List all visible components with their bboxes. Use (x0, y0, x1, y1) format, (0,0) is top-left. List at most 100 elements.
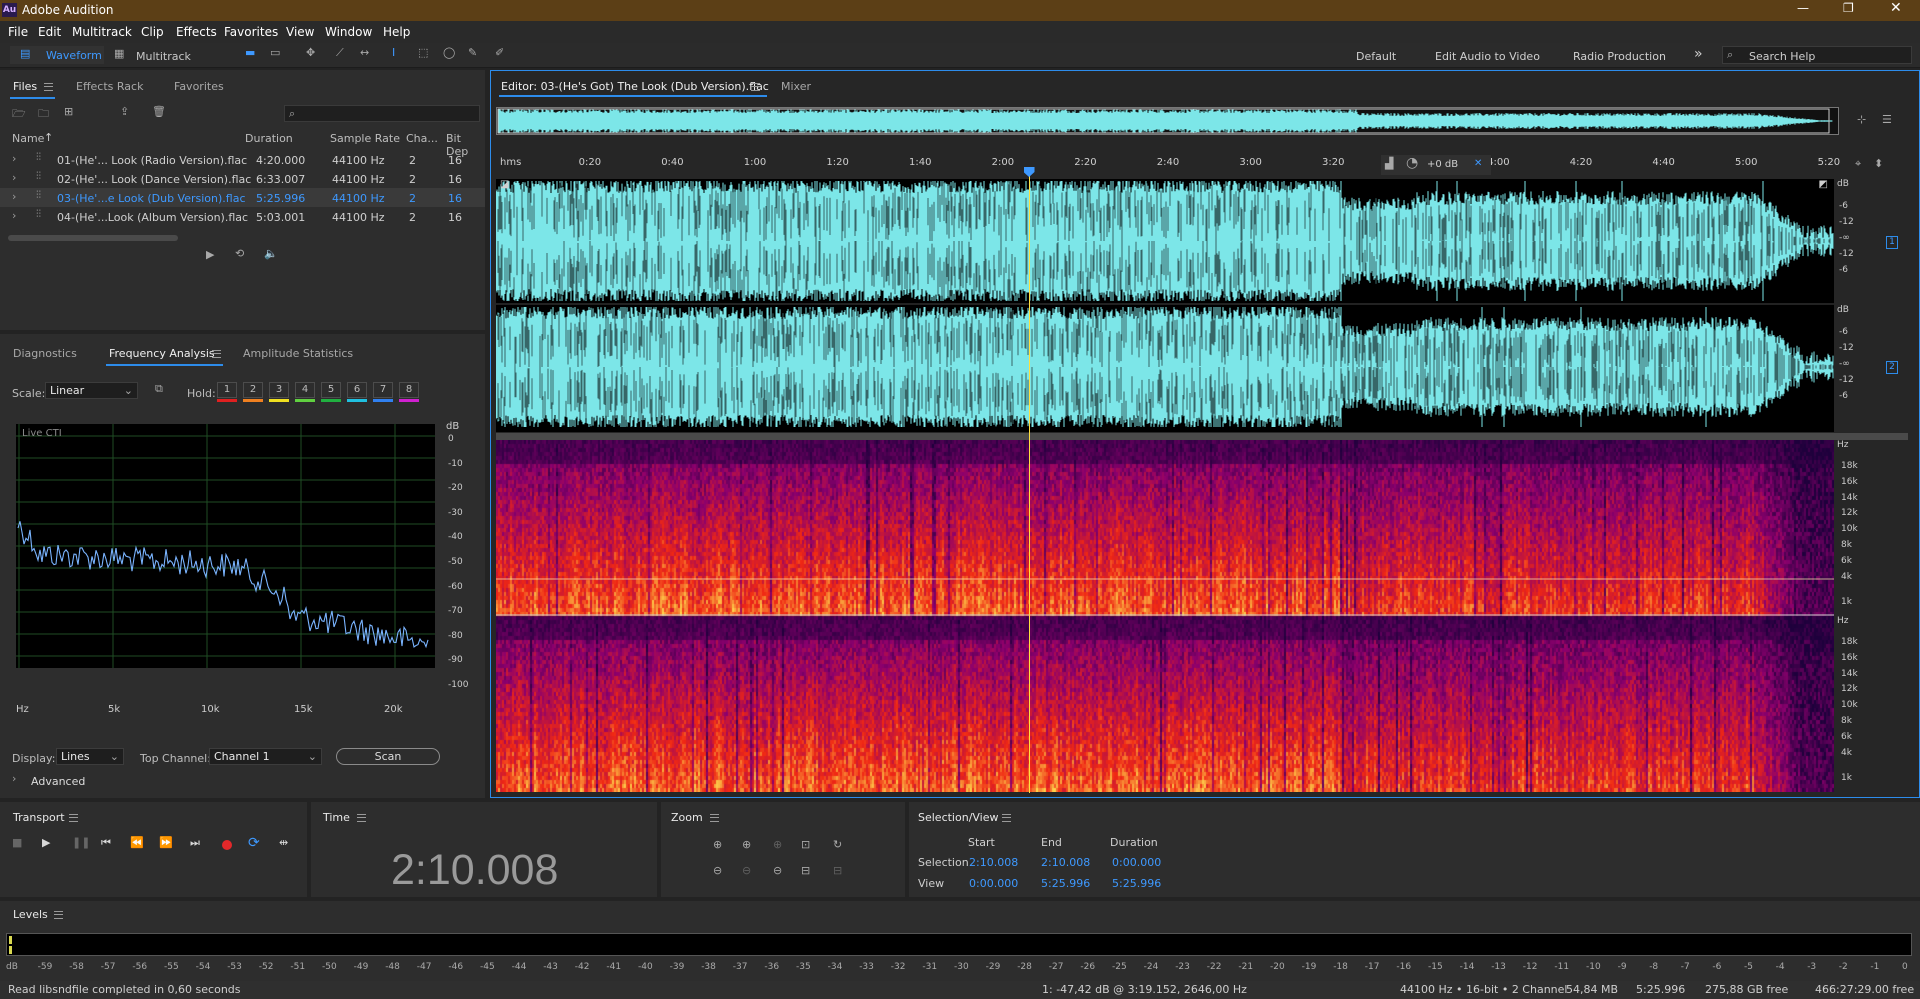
column-channels[interactable]: Cha... (406, 132, 438, 145)
editor-panel-menu-icon[interactable] (751, 83, 760, 91)
hold-button[interactable]: 1 (217, 382, 237, 402)
selection-end-value[interactable]: 2:10.008 (1041, 856, 1090, 869)
skip-selection-icon[interactable]: ⇹ (279, 836, 288, 849)
channel-fold-icon[interactable]: ◪ (500, 179, 509, 190)
hold-button[interactable]: 2 (243, 382, 263, 402)
slip-tool-icon[interactable]: ↔ (360, 46, 369, 59)
view-end-value[interactable]: 5:25.996 (1041, 877, 1090, 890)
hold-button[interactable]: 7 (373, 382, 393, 402)
menu-effects[interactable]: Effects (176, 25, 217, 39)
expand-chevron-icon[interactable]: › (12, 190, 16, 203)
menu-view[interactable]: View (286, 25, 314, 39)
tab-files[interactable]: Files (13, 80, 37, 93)
channel-1-badge[interactable]: 1 (1886, 236, 1898, 249)
time-ruler[interactable]: hms 0:20 0:40 1:00 1:20 1:40 2:00 2:20 2:40 3:00 3… (496, 155, 1840, 177)
workspace-edit-audio-to-video[interactable]: Edit Audio to Video (1435, 50, 1540, 63)
hold-button[interactable]: 8 (399, 382, 419, 402)
brush-tool-icon[interactable]: ✎ (468, 46, 477, 59)
snap-icon[interactable]: ⬍ (1874, 157, 1883, 170)
file-row[interactable]: › ⫶⫶ 04-(He'...Look (Album Version).flac… (0, 207, 485, 226)
tab-mixer[interactable]: Mixer (781, 80, 811, 93)
panel-options-icon[interactable]: ☰ (1882, 113, 1892, 126)
tab-frequency-analysis[interactable]: Frequency Analysis (109, 347, 215, 360)
maximize-icon[interactable]: ❐ (1843, 1, 1854, 15)
tab-favorites[interactable]: Favorites (174, 80, 224, 93)
spot-healing-icon[interactable]: ✐ (495, 46, 504, 59)
zoom-in-amplitude-icon[interactable]: ⊕ (713, 838, 722, 851)
open-file-icon[interactable]: 🗁 (12, 105, 26, 124)
file-row-selected[interactable]: › ⫶⫶ 03-(He'...e Look (Dub Version).flac… (0, 188, 485, 207)
zoom-in-amplitude-icon[interactable]: ⌖ (1855, 157, 1861, 171)
time-menu-icon[interactable] (357, 814, 366, 822)
tab-editor[interactable]: Editor: 03-(He's Got) The Look (Dub Vers… (501, 80, 769, 93)
column-name[interactable]: Name (12, 132, 44, 145)
menu-edit[interactable]: Edit (38, 25, 61, 39)
column-sample-rate[interactable]: Sample Rate (330, 132, 400, 145)
waveform-view-button[interactable]: ▤ Waveform (10, 46, 104, 64)
delete-file-icon[interactable]: 🗑 (152, 105, 166, 118)
play-icon[interactable]: ▶ (42, 836, 50, 849)
zoom-out-time-icon[interactable]: ⊖ (742, 864, 751, 877)
levels-menu-icon[interactable] (54, 911, 63, 919)
file-filter-input[interactable]: ⌕ (284, 105, 480, 122)
close-icon[interactable]: ✕ (1890, 0, 1902, 16)
loop-playback-icon[interactable]: ⟳ (248, 835, 260, 851)
expand-chevron-icon[interactable]: › (12, 171, 16, 184)
search-help-field[interactable]: ⌕ Search Help (1722, 46, 1912, 64)
current-time-display[interactable]: 2:10.008 (391, 846, 558, 895)
multitrack-view-button[interactable]: Multitrack (136, 50, 191, 63)
play-preview-icon[interactable]: ▶ (206, 248, 214, 261)
file-row[interactable]: › ⫶⫶ 01-(He'... Look (Radio Version).fla… (0, 150, 485, 169)
waveform-spectral-divider[interactable] (496, 433, 1908, 440)
hold-button[interactable]: 5 (321, 382, 341, 402)
channel-2-badge[interactable]: 2 (1886, 361, 1898, 374)
gain-value[interactable]: +0 dB (1427, 159, 1458, 170)
zoom-in-left-icon[interactable]: ⊕ (773, 838, 782, 851)
zoom-out-selection-icon[interactable]: ⊟ (833, 864, 842, 877)
move-to-end-icon[interactable]: ⏭ (190, 836, 200, 850)
view-start-value[interactable]: 0:00.000 (969, 877, 1018, 890)
zoom-to-selection-icon[interactable]: ⊹ (1857, 113, 1866, 126)
insert-into-multitrack-icon[interactable]: ⇪ (120, 105, 129, 118)
expand-chevron-icon[interactable]: › (12, 152, 16, 165)
menu-file[interactable]: File (8, 25, 28, 39)
advanced-toggle[interactable]: Advanced (31, 775, 85, 788)
tab-diagnostics[interactable]: Diagnostics (13, 347, 77, 360)
spectral-pitch-icon[interactable]: ▭ (270, 46, 280, 59)
menu-favorites[interactable]: Favorites (224, 25, 278, 39)
new-file-icon[interactable]: ⊞ (64, 105, 73, 118)
zoom-in-time-icon[interactable]: ⊕ (742, 838, 751, 851)
waveform-display[interactable]: ◪ ◩ (496, 179, 1834, 432)
time-selection-tool-icon[interactable]: I (392, 46, 395, 59)
column-duration[interactable]: Duration (245, 132, 293, 145)
tab-amplitude-statistics[interactable]: Amplitude Statistics (243, 347, 353, 360)
zoom-out-amplitude-icon[interactable]: ⊖ (713, 864, 722, 877)
display-dropdown[interactable]: Lines ⌄ (56, 748, 124, 765)
zoom-in-right-icon[interactable]: ⊖ (773, 864, 782, 877)
file-row[interactable]: › ⫶⫶ 02-(He'... Look (Dance Version).fla… (0, 169, 485, 188)
loop-preview-icon[interactable]: ⟲ (235, 247, 244, 260)
tab-effects-rack[interactable]: Effects Rack (76, 80, 143, 93)
selection-duration-value[interactable]: 0:00.000 (1112, 856, 1161, 869)
stop-icon[interactable]: ■ (12, 836, 22, 849)
hold-button[interactable]: 4 (295, 382, 315, 402)
auto-play-icon[interactable]: 🔈 (264, 247, 278, 260)
hold-button[interactable]: 3 (269, 382, 289, 402)
overview-navigator[interactable] (496, 107, 1839, 135)
pause-icon[interactable]: ❚❚ (72, 836, 90, 849)
fast-forward-icon[interactable]: ⏩ (159, 836, 173, 849)
transport-menu-icon[interactable] (69, 814, 78, 822)
minimize-icon[interactable]: — (1797, 1, 1809, 15)
view-duration-value[interactable]: 5:25.996 (1112, 877, 1161, 890)
workspace-default[interactable]: Default (1356, 50, 1396, 63)
top-channel-dropdown[interactable]: Channel 1 ⌄ (209, 748, 322, 765)
spectral-frequency-icon[interactable]: ▬ (245, 46, 255, 59)
scan-button[interactable]: Scan (336, 748, 440, 765)
record-icon[interactable] (222, 840, 232, 850)
workspace-radio-production[interactable]: Radio Production (1573, 50, 1666, 63)
import-file-icon[interactable]: 🗀 (38, 105, 49, 124)
file-list-scrollbar[interactable] (8, 235, 178, 241)
display-options-icon[interactable]: ◩ (1819, 179, 1828, 190)
move-tool-icon[interactable]: ✥ (306, 46, 315, 59)
files-panel-menu-icon[interactable] (44, 83, 53, 91)
